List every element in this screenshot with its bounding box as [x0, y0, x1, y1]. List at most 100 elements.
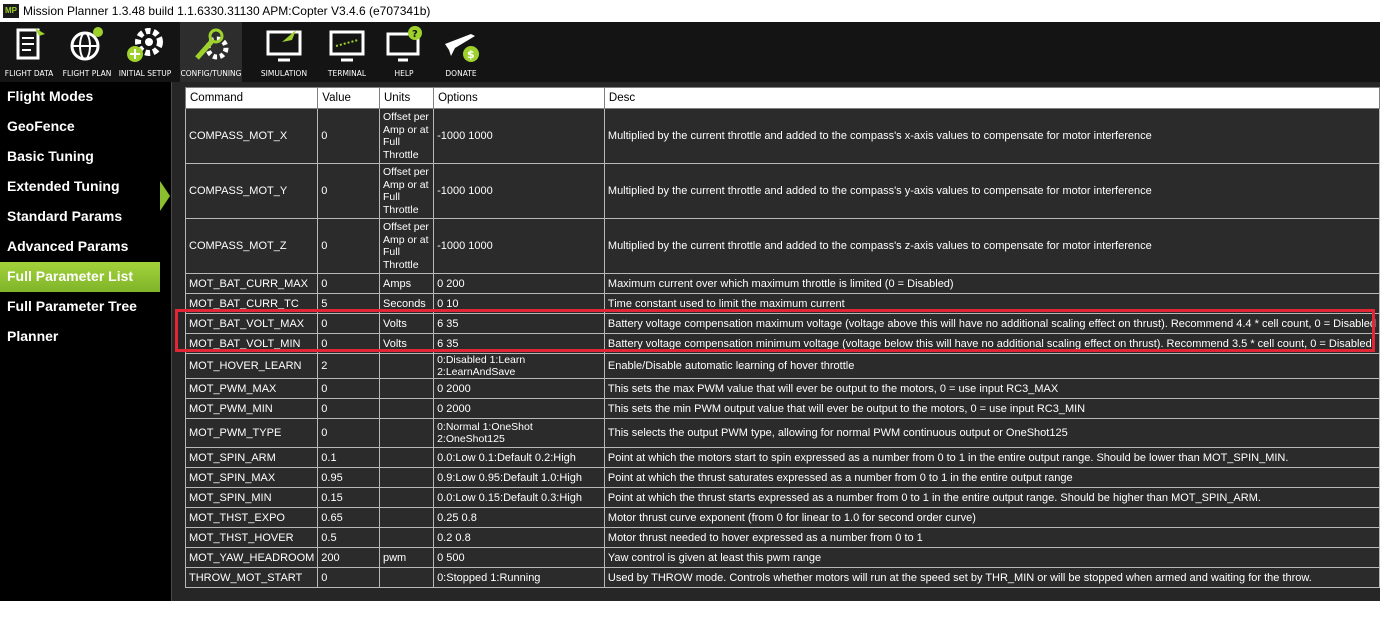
parameter-table: Command Value Units Options Desc COMPASS_MOT… — [184, 87, 1380, 588]
value-cell[interactable]: 0.1 — [317, 447, 380, 468]
toolbar-button-label: SIMULATION — [260, 69, 308, 78]
toolbar-button-label: TERMINAL — [327, 69, 367, 78]
svg-text:?: ? — [412, 29, 418, 40]
command-cell: MOT_SPIN_ARM — [184, 447, 319, 468]
toolbar-button-flight-data[interactable]: FLIGHT DATA — [0, 22, 58, 82]
table-row[interactable]: COMPASS_MOT_Z 0 Offset per Amp or at Full … — [184, 218, 1380, 274]
units-cell: pwm — [378, 547, 435, 568]
sidebar-item-standard-params[interactable]: Standard Params — [0, 202, 171, 232]
options-cell: 0 2000 — [433, 398, 605, 419]
table-row[interactable]: MOT_BAT_CURR_TC 5 Seconds 0 10 Time constant… — [184, 293, 1380, 314]
value-cell[interactable]: 0 — [317, 273, 380, 294]
desc-cell: Point at which the thrust starts express… — [603, 487, 1380, 508]
units-cell — [378, 447, 435, 468]
toolbar-button-label: FLIGHT DATA — [4, 69, 54, 78]
table-row[interactable]: MOT_PWM_TYPE 0 0:Normal 1:OneShot 2:OneSho… — [184, 418, 1380, 448]
table-row[interactable]: MOT_SPIN_MAX 0.95 0.9:Low 0.95:Default 1.0… — [184, 467, 1380, 488]
svg-text:$: $ — [467, 48, 475, 61]
units-cell: Offset per Amp or at Full Throttle — [378, 218, 435, 274]
sidebar-item-advanced-params[interactable]: Advanced Params — [0, 232, 171, 262]
options-cell: 0 200 — [433, 273, 605, 294]
units-cell — [378, 567, 435, 588]
table-row[interactable]: MOT_BAT_VOLT_MIN 0 Volts 6 35 Battery voltag… — [184, 333, 1380, 354]
value-cell[interactable]: 0 — [317, 333, 380, 354]
units-cell: Amps — [378, 273, 435, 294]
table-row[interactable]: COMPASS_MOT_Y 0 Offset per Amp or at Full … — [184, 163, 1380, 219]
units-cell — [378, 467, 435, 488]
value-cell[interactable]: 0 — [317, 218, 380, 274]
toolbar-button-flight-plan[interactable]: FLIGHT PLAN — [58, 22, 116, 82]
table-row[interactable]: COMPASS_MOT_X 0 Offset per Amp or at Full … — [184, 108, 1380, 164]
table-row[interactable]: MOT_PWM_MIN 0 0 2000 This sets the min PWM … — [184, 398, 1380, 419]
desc-cell: Time constant used to limit the maximum … — [603, 293, 1380, 314]
value-cell[interactable]: 0.15 — [317, 487, 380, 508]
value-cell[interactable]: 0 — [317, 418, 380, 448]
toolbar-button-help[interactable]: ? HELP — [375, 22, 433, 82]
table-row[interactable]: MOT_HOVER_LEARN 2 0:Disabled 1:Learn 2:Lea… — [184, 353, 1380, 379]
toolbar-button-initial-setup[interactable]: INITIAL SETUP — [116, 22, 174, 82]
table-row[interactable]: MOT_BAT_VOLT_MAX 0 Volts 6 35 Battery voltag… — [184, 313, 1380, 334]
toolbar-button-donate[interactable]: $ DONATE — [432, 22, 490, 82]
value-cell[interactable]: 0 — [317, 378, 380, 399]
value-cell[interactable]: 0.65 — [317, 507, 380, 528]
table-row[interactable]: MOT_YAW_HEADROOM 200 pwm 0 500 Yaw control i… — [184, 547, 1380, 568]
column-header-desc[interactable]: Desc — [603, 87, 1380, 109]
options-cell: 6 35 — [433, 313, 605, 334]
column-header-value[interactable]: Value — [317, 87, 380, 109]
units-cell: Volts — [378, 313, 435, 334]
toolbar-button-simulation[interactable]: SIMULATION — [255, 22, 313, 82]
command-cell: MOT_BAT_CURR_MAX — [184, 273, 319, 294]
value-cell[interactable]: 0.5 — [317, 527, 380, 548]
desc-cell: Point at which the motors start to spin … — [603, 447, 1380, 468]
value-cell[interactable]: 0 — [317, 398, 380, 419]
column-header-units[interactable]: Units — [378, 87, 435, 109]
command-cell: MOT_BAT_VOLT_MIN — [184, 333, 319, 354]
value-cell[interactable]: 0 — [317, 313, 380, 334]
sidebar-item-full-parameter-list[interactable]: Full Parameter List — [0, 262, 160, 292]
value-cell[interactable]: 5 — [317, 293, 380, 314]
toolbar-button-terminal[interactable]: TERMINAL — [318, 22, 376, 82]
simulation-icon — [255, 24, 313, 64]
units-cell: Volts — [378, 333, 435, 354]
table-row[interactable]: MOT_THST_HOVER 0.5 0.2 0.8 Motor thrust nee… — [184, 527, 1380, 548]
command-cell: COMPASS_MOT_Y — [184, 163, 319, 219]
table-row[interactable]: MOT_BAT_CURR_MAX 0 Amps 0 200 Maximum curren… — [184, 273, 1380, 294]
table-row[interactable]: MOT_PWM_MAX 0 0 2000 This sets the max PWM … — [184, 378, 1380, 399]
value-cell[interactable]: 200 — [317, 547, 380, 568]
value-cell[interactable]: 0 — [317, 163, 380, 219]
sidebar-item-extended-tuning[interactable]: Extended Tuning — [0, 172, 171, 202]
options-cell: -1000 1000 — [433, 218, 605, 274]
command-cell: MOT_PWM_TYPE — [184, 418, 319, 448]
desc-cell: Maximum current over which maximum throt… — [603, 273, 1380, 294]
column-header-command[interactable]: Command — [184, 87, 319, 109]
sidebar-item-full-parameter-tree[interactable]: Full Parameter Tree — [0, 292, 171, 322]
value-cell[interactable]: 0 — [317, 108, 380, 164]
help-icon: ? — [375, 24, 433, 64]
sidebar-item-planner[interactable]: Planner — [0, 322, 171, 352]
command-cell: MOT_THST_HOVER — [184, 527, 319, 548]
value-cell[interactable]: 0.95 — [317, 467, 380, 488]
sidebar-item-geofence[interactable]: GeoFence — [0, 112, 171, 142]
app-logo: MP — [3, 4, 19, 18]
options-cell: 0.9:Low 0.95:Default 1.0:High — [433, 467, 605, 488]
value-cell[interactable]: 0 — [317, 567, 380, 588]
command-cell: MOT_BAT_CURR_TC — [184, 293, 319, 314]
toolbar-button-config-tuning[interactable]: CONFIG/TUNING — [180, 22, 242, 82]
options-cell: 0:Normal 1:OneShot 2:OneShot125 — [433, 418, 605, 448]
column-header-options[interactable]: Options — [433, 87, 605, 109]
table-body: COMPASS_MOT_X 0 Offset per Amp or at Full … — [184, 108, 1380, 588]
table-row[interactable]: MOT_THST_EXPO 0.65 0.25 0.8 Motor thrust cu… — [184, 507, 1380, 528]
donate-icon: $ — [432, 24, 490, 64]
options-cell: 0 500 — [433, 547, 605, 568]
sidebar-item-flight-modes[interactable]: Flight Modes — [0, 82, 171, 112]
units-cell: Seconds — [378, 293, 435, 314]
command-cell: COMPASS_MOT_X — [184, 108, 319, 164]
value-cell[interactable]: 2 — [317, 353, 380, 379]
sidebar-item-basic-tuning[interactable]: Basic Tuning — [0, 142, 171, 172]
table-row[interactable]: MOT_SPIN_MIN 0.15 0.0:Low 0.15:Default 0.3… — [184, 487, 1380, 508]
desc-cell: Multiplied by the current throttle and a… — [603, 108, 1380, 164]
units-cell — [378, 353, 435, 379]
title-bar: MP Mission Planner 1.3.48 build 1.1.6330… — [0, 0, 1380, 22]
table-row[interactable]: MOT_SPIN_ARM 0.1 0.0:Low 0.1:Default 0.2:H… — [184, 447, 1380, 468]
table-row[interactable]: THROW_MOT_START 0 0:Stopped 1:Running Used … — [184, 567, 1380, 588]
